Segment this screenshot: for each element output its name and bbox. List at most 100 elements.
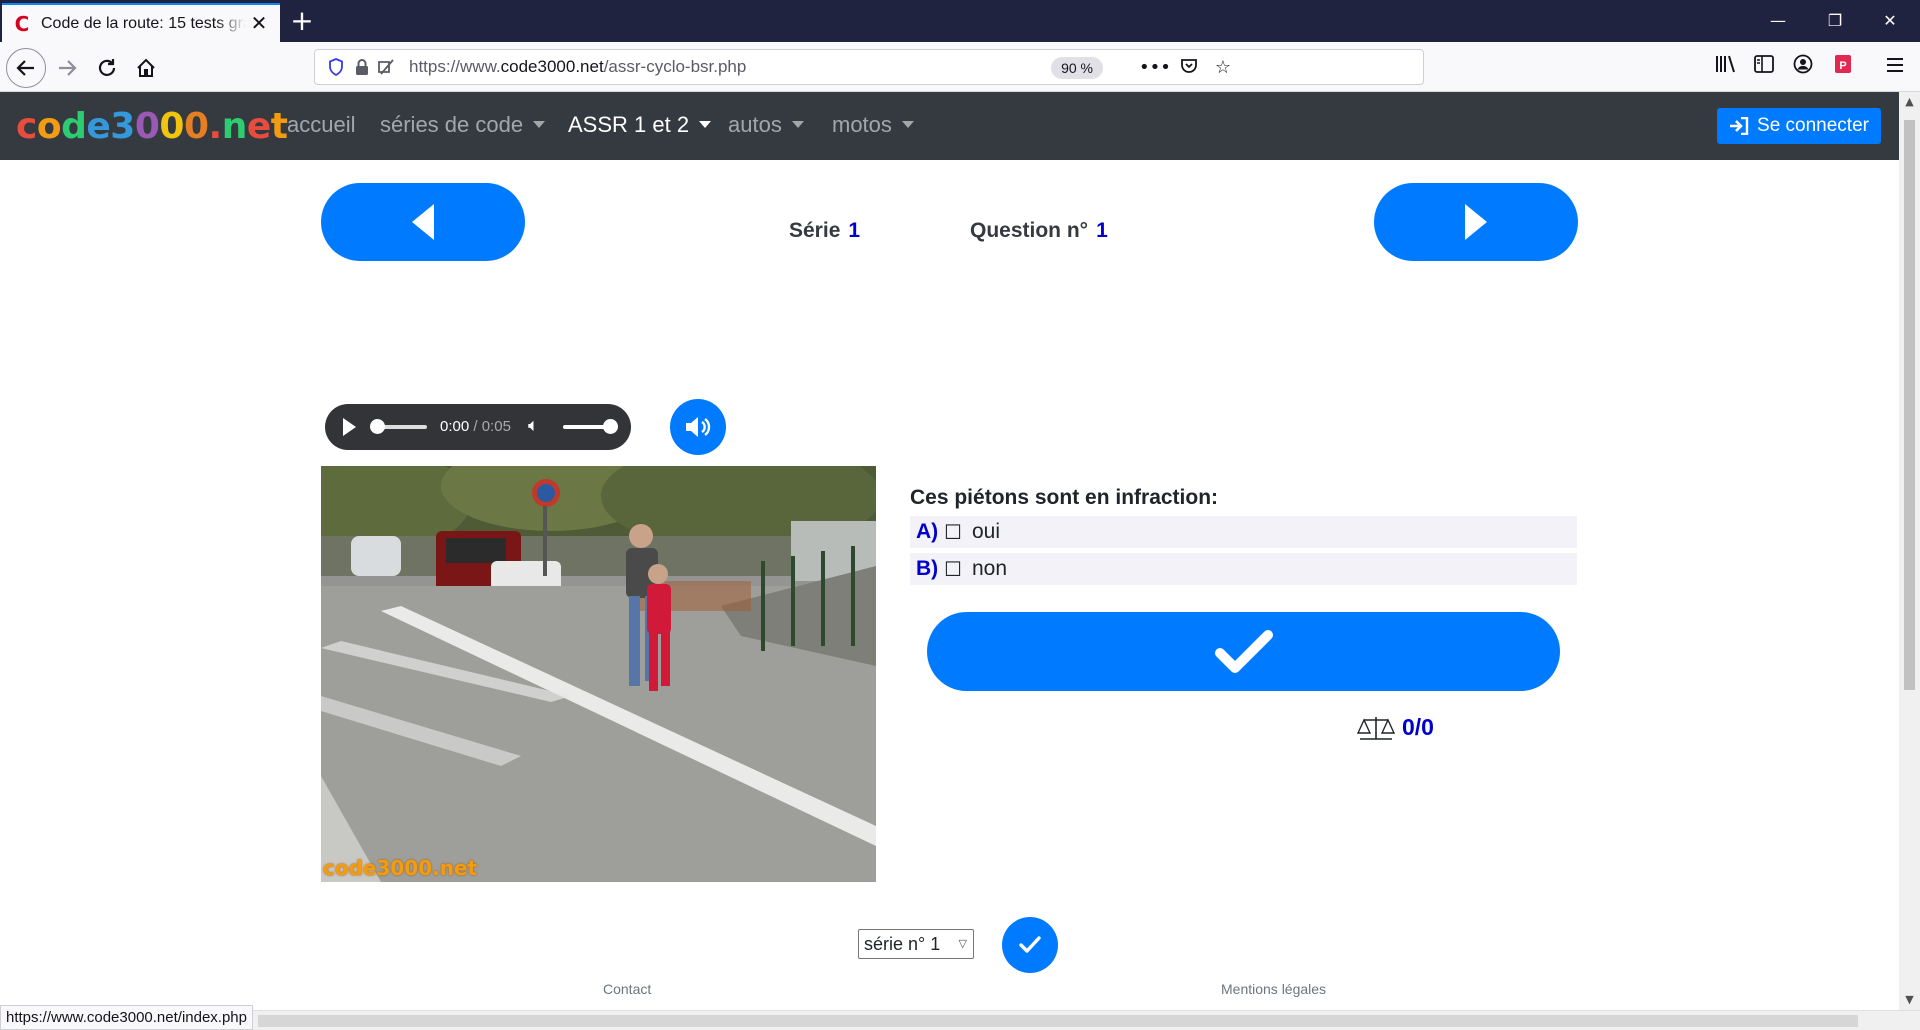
check-icon bbox=[1019, 936, 1041, 953]
logo-letter: c bbox=[16, 106, 37, 147]
score-display: 0/0 bbox=[1356, 714, 1434, 741]
logo-letter: d bbox=[61, 106, 87, 147]
checkbox-icon[interactable]: ☐ bbox=[944, 520, 968, 544]
play-icon[interactable] bbox=[343, 418, 356, 436]
audio-player: 0:00 / 0:05 🔈︎ bbox=[325, 404, 631, 450]
logo-letter: e bbox=[246, 106, 271, 147]
account-icon[interactable] bbox=[1790, 54, 1816, 80]
image-watermark: code3000.net bbox=[323, 856, 478, 880]
serie-indicator: Série 1 bbox=[789, 219, 861, 242]
chevron-down-icon: ▽ bbox=[958, 937, 967, 950]
home-button[interactable] bbox=[129, 51, 163, 85]
more-icon[interactable]: ••• bbox=[1139, 57, 1171, 79]
minimize-icon[interactable]: — bbox=[1756, 0, 1800, 42]
vertical-scrollbar[interactable]: ▲ ▼ bbox=[1899, 92, 1920, 1010]
bookmark-star-icon[interactable]: ☆ bbox=[1211, 57, 1235, 79]
read-question-button[interactable] bbox=[670, 399, 726, 455]
site-navbar: code3000.net accueil séries de code ASSR… bbox=[0, 92, 1899, 160]
back-button[interactable] bbox=[6, 48, 46, 88]
menu-motos[interactable]: motos bbox=[832, 112, 914, 138]
street-scene-illustration bbox=[321, 466, 876, 882]
answer-b[interactable]: B) ☐ non bbox=[910, 553, 1577, 585]
scroll-thumb[interactable] bbox=[258, 1015, 1858, 1027]
audio-time: 0:00 / 0:05 bbox=[440, 418, 511, 435]
reload-icon bbox=[98, 59, 116, 76]
url-bar[interactable]: https://www.code3000.net/assr-cyclo-bsr.… bbox=[314, 49, 1424, 85]
caret-right-icon bbox=[1465, 204, 1487, 240]
lock-icon[interactable] bbox=[351, 56, 373, 78]
answer-letter: A) bbox=[916, 520, 939, 543]
menu-icon[interactable] bbox=[1882, 54, 1908, 80]
serie-select[interactable]: série n° 1 ▽ bbox=[858, 929, 974, 959]
extension-icon[interactable]: P bbox=[1830, 54, 1856, 80]
close-window-icon[interactable]: ✕ bbox=[1868, 0, 1912, 42]
logo-letter: o bbox=[36, 106, 62, 147]
menu-assr[interactable]: ASSR 1 et 2 bbox=[568, 112, 712, 138]
site-favicon-icon: C bbox=[14, 11, 30, 36]
chevron-down-icon bbox=[699, 121, 712, 128]
check-icon bbox=[1214, 629, 1273, 673]
library-icon[interactable] bbox=[1713, 54, 1739, 80]
contact-link[interactable]: Contact bbox=[603, 981, 651, 997]
menu-autos[interactable]: autos bbox=[728, 112, 804, 138]
forward-button[interactable] bbox=[50, 51, 84, 85]
horizontal-scrollbar[interactable] bbox=[0, 1010, 1920, 1030]
page-viewport: code3000.net accueil séries de code ASSR… bbox=[0, 92, 1899, 1010]
logo-letter: e bbox=[86, 106, 111, 147]
balance-scale-icon bbox=[1356, 716, 1396, 740]
site-logo[interactable]: code3000.net bbox=[16, 106, 288, 147]
volume-knob[interactable] bbox=[603, 419, 618, 434]
question-indicator: Question n° 1 bbox=[970, 219, 1108, 242]
audio-progress-knob[interactable] bbox=[370, 419, 385, 434]
tracking-icon[interactable] bbox=[375, 56, 397, 78]
scroll-up-icon[interactable]: ▲ bbox=[1899, 92, 1920, 112]
forward-arrow-icon bbox=[59, 60, 77, 76]
tab-bar: C Code de la route: 15 tests gratuits ✕ … bbox=[0, 0, 1920, 42]
answer-a[interactable]: A) ☐ oui bbox=[910, 516, 1577, 548]
shield-icon[interactable] bbox=[325, 56, 347, 78]
scroll-thumb[interactable] bbox=[1904, 120, 1915, 690]
question-photo: code3000.net bbox=[321, 466, 876, 882]
checkbox-icon[interactable]: ☐ bbox=[944, 557, 968, 581]
logo-letter: 3 bbox=[110, 106, 135, 147]
chevron-down-icon bbox=[901, 121, 914, 128]
scroll-down-icon[interactable]: ▼ bbox=[1899, 990, 1920, 1010]
sidebar-icon[interactable] bbox=[1751, 54, 1777, 80]
speaker-icon bbox=[686, 417, 711, 437]
back-arrow-icon bbox=[16, 60, 34, 76]
logo-letter: 0 bbox=[183, 106, 209, 147]
zoom-badge[interactable]: 90 % bbox=[1051, 57, 1103, 79]
sign-in-icon bbox=[1730, 117, 1749, 135]
restore-icon[interactable]: ❐ bbox=[1813, 0, 1857, 42]
volume-icon[interactable]: 🔈︎ bbox=[528, 415, 539, 436]
validate-answer-button[interactable] bbox=[927, 612, 1560, 691]
reload-button[interactable] bbox=[90, 51, 124, 85]
svg-text:P: P bbox=[1839, 60, 1846, 72]
logo-letter: 0 bbox=[159, 106, 184, 147]
new-tab-button[interactable]: + bbox=[286, 6, 318, 38]
login-button[interactable]: Se connecter bbox=[1717, 108, 1881, 144]
logo-letter: n bbox=[221, 106, 248, 147]
close-tab-icon[interactable]: ✕ bbox=[248, 11, 270, 36]
tab-title: Code de la route: 15 tests gratuits bbox=[41, 14, 246, 32]
pocket-icon[interactable] bbox=[1177, 57, 1201, 79]
browser-tab[interactable]: C Code de la route: 15 tests gratuits ✕ bbox=[2, 3, 280, 42]
menu-series[interactable]: séries de code bbox=[380, 112, 546, 138]
answer-text: oui bbox=[972, 520, 1001, 543]
home-icon bbox=[137, 58, 155, 77]
logo-letter: . bbox=[208, 106, 223, 147]
legal-link[interactable]: Mentions légales bbox=[1221, 981, 1326, 997]
answer-letter: B) bbox=[916, 557, 939, 580]
chevron-down-icon bbox=[533, 121, 546, 128]
browser-toolbar: https://www.code3000.net/assr-cyclo-bsr.… bbox=[0, 42, 1920, 92]
question-text: Ces piétons sont en infraction: bbox=[910, 486, 1219, 509]
caret-left-icon bbox=[412, 204, 434, 240]
previous-question-button[interactable] bbox=[321, 183, 525, 261]
go-serie-button[interactable] bbox=[1002, 917, 1058, 973]
answer-text: non bbox=[972, 557, 1008, 580]
url-text: https://www.code3000.net/assr-cyclo-bsr.… bbox=[409, 57, 747, 76]
chevron-down-icon bbox=[791, 121, 804, 128]
next-question-button[interactable] bbox=[1374, 183, 1578, 261]
status-bar-url: https://www.code3000.net/index.php bbox=[0, 1005, 253, 1030]
menu-accueil[interactable]: accueil bbox=[287, 112, 355, 138]
